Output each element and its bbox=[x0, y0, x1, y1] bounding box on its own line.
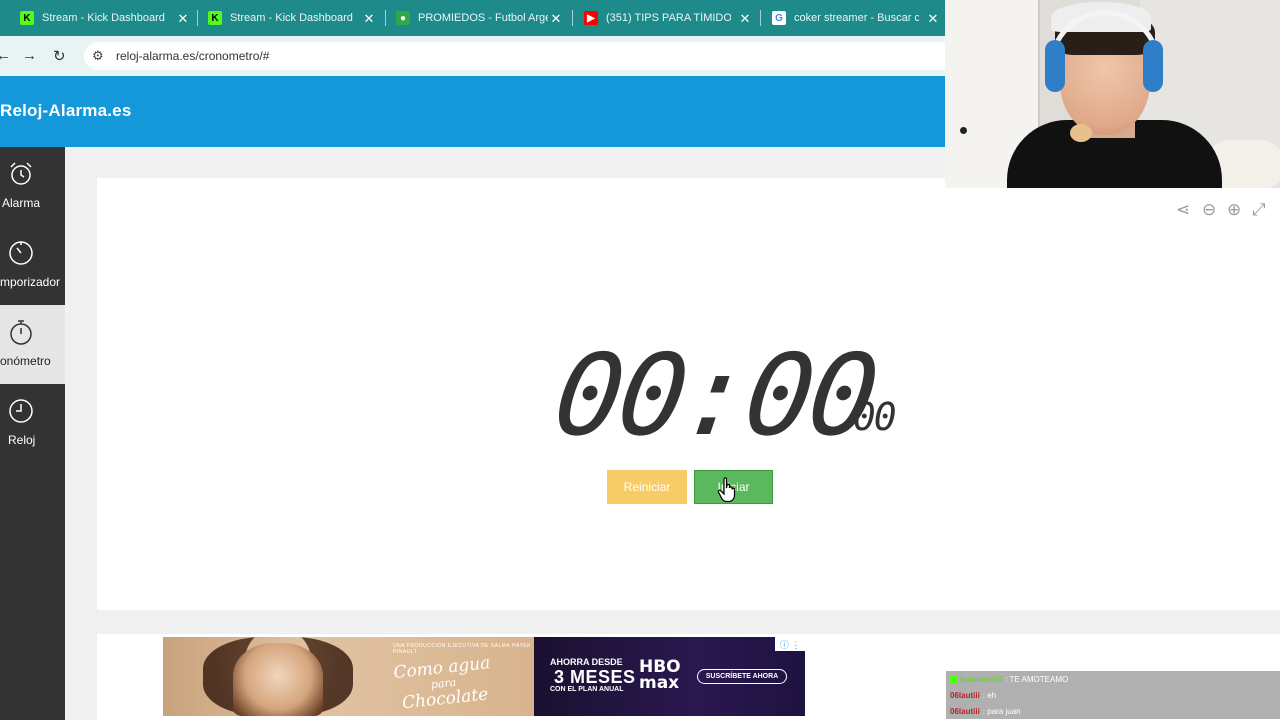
screen: K Stream - Kick Dashboard ✕ K Stream - K… bbox=[0, 0, 1280, 720]
tab-title: coker streamer - Buscar co bbox=[794, 12, 919, 24]
ad-image-panel: UNA PRODUCCIÓN EJECUTIVA DE SALMA HAYEK … bbox=[163, 637, 534, 716]
zoom-in-icon[interactable]: ⊕ bbox=[1227, 200, 1241, 220]
sidebar-item-label: Reloj bbox=[8, 433, 36, 447]
chat-badge-icon bbox=[950, 675, 957, 683]
ad-movie-title: Como agua para Chocolate bbox=[393, 653, 495, 713]
close-tab-icon[interactable]: ✕ bbox=[549, 11, 563, 27]
tab-title: Stream - Kick Dashboard bbox=[230, 12, 353, 24]
clock-icon bbox=[8, 398, 34, 424]
close-tab-icon[interactable]: ✕ bbox=[926, 11, 940, 27]
youtube-icon: ▶ bbox=[584, 11, 598, 25]
browser-tab[interactable]: K Stream - Kick Dashboard ✕ bbox=[208, 0, 376, 36]
sidebar-item-label: Alarma bbox=[2, 196, 41, 210]
fullscreen-icon[interactable]: ⤢ bbox=[1252, 200, 1266, 220]
chat-text: : eh bbox=[982, 690, 997, 700]
kick-icon: K bbox=[20, 11, 34, 25]
sidebar-item-temporizador[interactable]: mporizador bbox=[0, 226, 65, 305]
browser-tab[interactable]: K Stream - Kick Dashboard ✕ bbox=[20, 0, 190, 36]
site-settings-icon[interactable]: ⚙ bbox=[92, 48, 104, 64]
ad-offer-headline: 3 MESES bbox=[554, 667, 636, 687]
ad-tagline: UNA PRODUCCIÓN EJECUTIVA DE SALMA HAYEK … bbox=[393, 643, 531, 655]
close-tab-icon[interactable]: ✕ bbox=[738, 11, 752, 27]
chat-username: 06lautiii bbox=[950, 690, 980, 700]
sidebar: Alarma mporizador onómetro Reloj bbox=[0, 147, 65, 720]
address-bar: ← → ↻ ⚙ reloj-alarma.es/cronometro/# bbox=[0, 36, 945, 76]
kick-icon: K bbox=[208, 11, 222, 25]
tab-title: Stream - Kick Dashboard bbox=[42, 12, 165, 24]
sidebar-item-label: onómetro bbox=[0, 354, 51, 368]
hbo-max-ad[interactable]: UNA PRODUCCIÓN EJECUTIVA DE SALMA HAYEK … bbox=[163, 637, 805, 716]
google-icon: G bbox=[772, 11, 786, 25]
url-text: reloj-alarma.es/cronometro/# bbox=[116, 49, 270, 63]
reset-button[interactable]: Reiniciar bbox=[607, 470, 687, 504]
chat-message: 06lautiii : eh bbox=[946, 687, 1280, 703]
ad-subscribe-button[interactable]: SUSCRÍBETE AHORA bbox=[697, 669, 787, 684]
soccer-ball-icon: ● bbox=[396, 11, 410, 25]
ad-offer-line: AHORRA DESDE bbox=[550, 657, 623, 667]
chat-username: juanvaro16 bbox=[960, 674, 1003, 684]
sidebar-item-cronometro[interactable]: onómetro bbox=[0, 305, 65, 384]
tab-title: (351) TIPS PARA TÍMIDOS bbox=[606, 12, 731, 24]
share-icon[interactable]: ⋖ bbox=[1176, 200, 1190, 220]
reload-icon[interactable]: ↻ bbox=[53, 47, 66, 65]
headphones-right-cup bbox=[1143, 40, 1163, 92]
ad-offer-panel: AHORRA DESDE 3 MESES CON EL PLAN ANUAL H… bbox=[534, 637, 805, 716]
site-logo[interactable]: Reloj-Alarma.es bbox=[0, 101, 132, 121]
tab-separator bbox=[385, 10, 386, 26]
sidebar-item-reloj[interactable]: Reloj bbox=[0, 384, 65, 463]
stream-chat: juanvaro16 : TE AMOTEAMO 06lautiii : eh … bbox=[946, 670, 1280, 720]
webcam-overlay bbox=[945, 0, 1280, 188]
zoom-out-icon[interactable]: ⊖ bbox=[1202, 200, 1216, 220]
chat-text: : TE AMOTEAMO bbox=[1005, 674, 1069, 684]
close-tab-icon[interactable]: ✕ bbox=[362, 11, 376, 27]
sidebar-item-alarma[interactable]: Alarma bbox=[0, 147, 65, 226]
logo-line: max bbox=[639, 673, 680, 694]
microphone bbox=[1070, 124, 1092, 142]
hbo-max-logo: HBO max bbox=[639, 658, 681, 694]
chat-text: : para juan bbox=[982, 706, 1021, 716]
ad-actress-face bbox=[233, 643, 323, 716]
timer-icon bbox=[8, 240, 34, 266]
browser-tab[interactable]: G coker streamer - Buscar co ✕ bbox=[772, 0, 940, 36]
chat-username: 06lautiii bbox=[950, 706, 980, 716]
forward-icon[interactable]: → bbox=[22, 47, 37, 64]
cam-door-knob bbox=[960, 127, 967, 134]
tab-separator bbox=[760, 10, 761, 26]
stopwatch-icon bbox=[8, 319, 34, 345]
stopwatch-centiseconds: .00 bbox=[832, 395, 897, 439]
hand-cursor-icon bbox=[717, 477, 736, 503]
ad-offer-line: CON EL PLAN ANUAL bbox=[550, 686, 624, 693]
close-tab-icon[interactable]: ✕ bbox=[176, 11, 190, 27]
sidebar-item-label: mporizador bbox=[0, 275, 61, 289]
site-header: Reloj-Alarma.es bbox=[0, 76, 945, 147]
tab-bar: K Stream - Kick Dashboard ✕ K Stream - K… bbox=[0, 0, 945, 36]
chat-message: 06lautiii : para juan bbox=[946, 703, 1280, 719]
ad-choices-icon[interactable]: ⓘ ⋮ bbox=[775, 637, 805, 651]
url-field[interactable]: ⚙ reloj-alarma.es/cronometro/# bbox=[84, 42, 945, 70]
tab-title: PROMIEDOS - Futbol Arge bbox=[418, 12, 548, 24]
alarm-clock-icon bbox=[8, 161, 34, 187]
chat-message: juanvaro16 : TE AMOTEAMO bbox=[946, 671, 1280, 687]
tab-separator bbox=[197, 10, 198, 26]
tab-separator bbox=[572, 10, 573, 26]
browser-tab[interactable]: ● PROMIEDOS - Futbol Arge ✕ bbox=[396, 0, 563, 36]
back-icon[interactable]: ← bbox=[0, 47, 11, 64]
headphones-left-cup bbox=[1045, 40, 1065, 92]
browser-tab[interactable]: ▶ (351) TIPS PARA TÍMIDOS ✕ bbox=[584, 0, 752, 36]
